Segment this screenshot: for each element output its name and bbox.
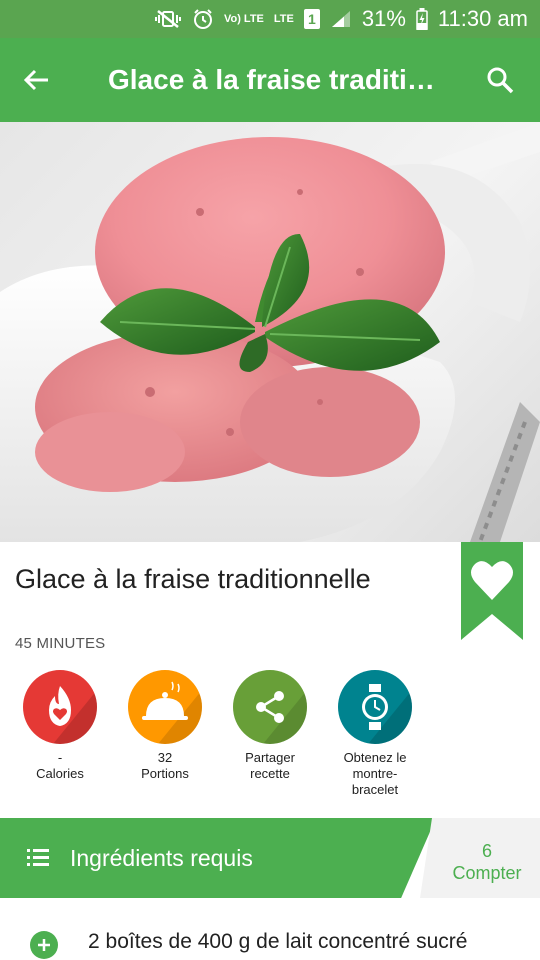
lte-indicator: LTE (273, 13, 294, 25)
signal-icon (330, 9, 352, 29)
sim-icon: 1 (303, 9, 320, 29)
ingredients-header[interactable]: Ingrédients requis 6 Compter (0, 818, 540, 898)
recipe-time: 45 MINUTES (15, 635, 106, 652)
ingredients-title: Ingrédients requis (70, 845, 253, 871)
portions-action[interactable]: 32 Portions (115, 670, 215, 782)
ingredients-list: 2 boîtes de 400 g de lait concentré sucr… (0, 898, 540, 960)
calories-text: Calories (36, 766, 84, 781)
page-title: Glace à la fraise traditi… (108, 64, 435, 95)
get-watch-action[interactable]: Obtenez le montre- bracelet (325, 670, 425, 798)
watch-label: Obtenez le montre- bracelet (325, 750, 425, 798)
portions-text: Portions (141, 766, 189, 781)
volte-indicator: Vo) LTE (223, 13, 264, 25)
recipe-title: Glace à la fraise traditionnelle (15, 564, 371, 594)
status-bar: Vo) LTE LTE 1 31% 11:30 am (0, 0, 540, 38)
watch-line3: bracelet (351, 782, 399, 797)
share-line1: Partager (245, 750, 295, 765)
calories-action[interactable]: - Calories (10, 670, 110, 782)
search-button[interactable] (460, 38, 540, 122)
plus-icon (38, 939, 50, 951)
share-recipe-action[interactable]: Partager recette (220, 670, 320, 782)
favorite-bookmark-button[interactable] (461, 542, 523, 640)
battery-charging-icon (416, 8, 428, 30)
app-bar: Glace à la fraise traditi… (0, 38, 540, 122)
search-icon (487, 67, 514, 94)
back-arrow-icon (23, 69, 48, 91)
battery-percent: 31% (361, 6, 406, 31)
clock-time: 11:30 am (437, 6, 528, 31)
add-ingredient-button[interactable] (30, 931, 58, 959)
strawberry-ice-cream-illustration (0, 122, 540, 542)
sim-label: 1 (307, 11, 316, 27)
calories-label: - Calories (10, 750, 110, 782)
list-icon (27, 849, 49, 866)
smartwatch-icon (338, 670, 412, 744)
share-icon (233, 670, 307, 744)
list-item[interactable]: 2 boîtes de 400 g de lait concentré sucr… (0, 928, 540, 960)
watch-line1: Obtenez le (343, 750, 407, 765)
recipe-actions: - Calories 32 Portions Partager recette … (0, 670, 540, 800)
back-button[interactable] (0, 38, 72, 122)
ingredients-count-label: Compter (452, 863, 522, 883)
ingredient-text: 2 boîtes de 400 g de lait concentré sucr… (88, 930, 468, 953)
serving-cloche-icon (128, 670, 202, 744)
share-label: Partager recette (220, 750, 320, 782)
ingredients-count: 6 Compter (420, 818, 540, 898)
alarm-icon (192, 8, 214, 30)
watch-line2: montre- (352, 766, 398, 781)
recipe-info-card: Glace à la fraise traditionnelle 45 MINU… (0, 542, 540, 818)
share-line2: recette (250, 766, 290, 781)
recipe-photo (0, 122, 540, 542)
calories-heart-icon (23, 670, 97, 744)
calories-value: - (57, 750, 63, 765)
portions-label: 32 Portions (115, 750, 215, 782)
portions-value: 32 (157, 750, 173, 765)
vibrate-mute-icon (154, 9, 182, 29)
ingredients-count-value: 6 (481, 841, 492, 861)
